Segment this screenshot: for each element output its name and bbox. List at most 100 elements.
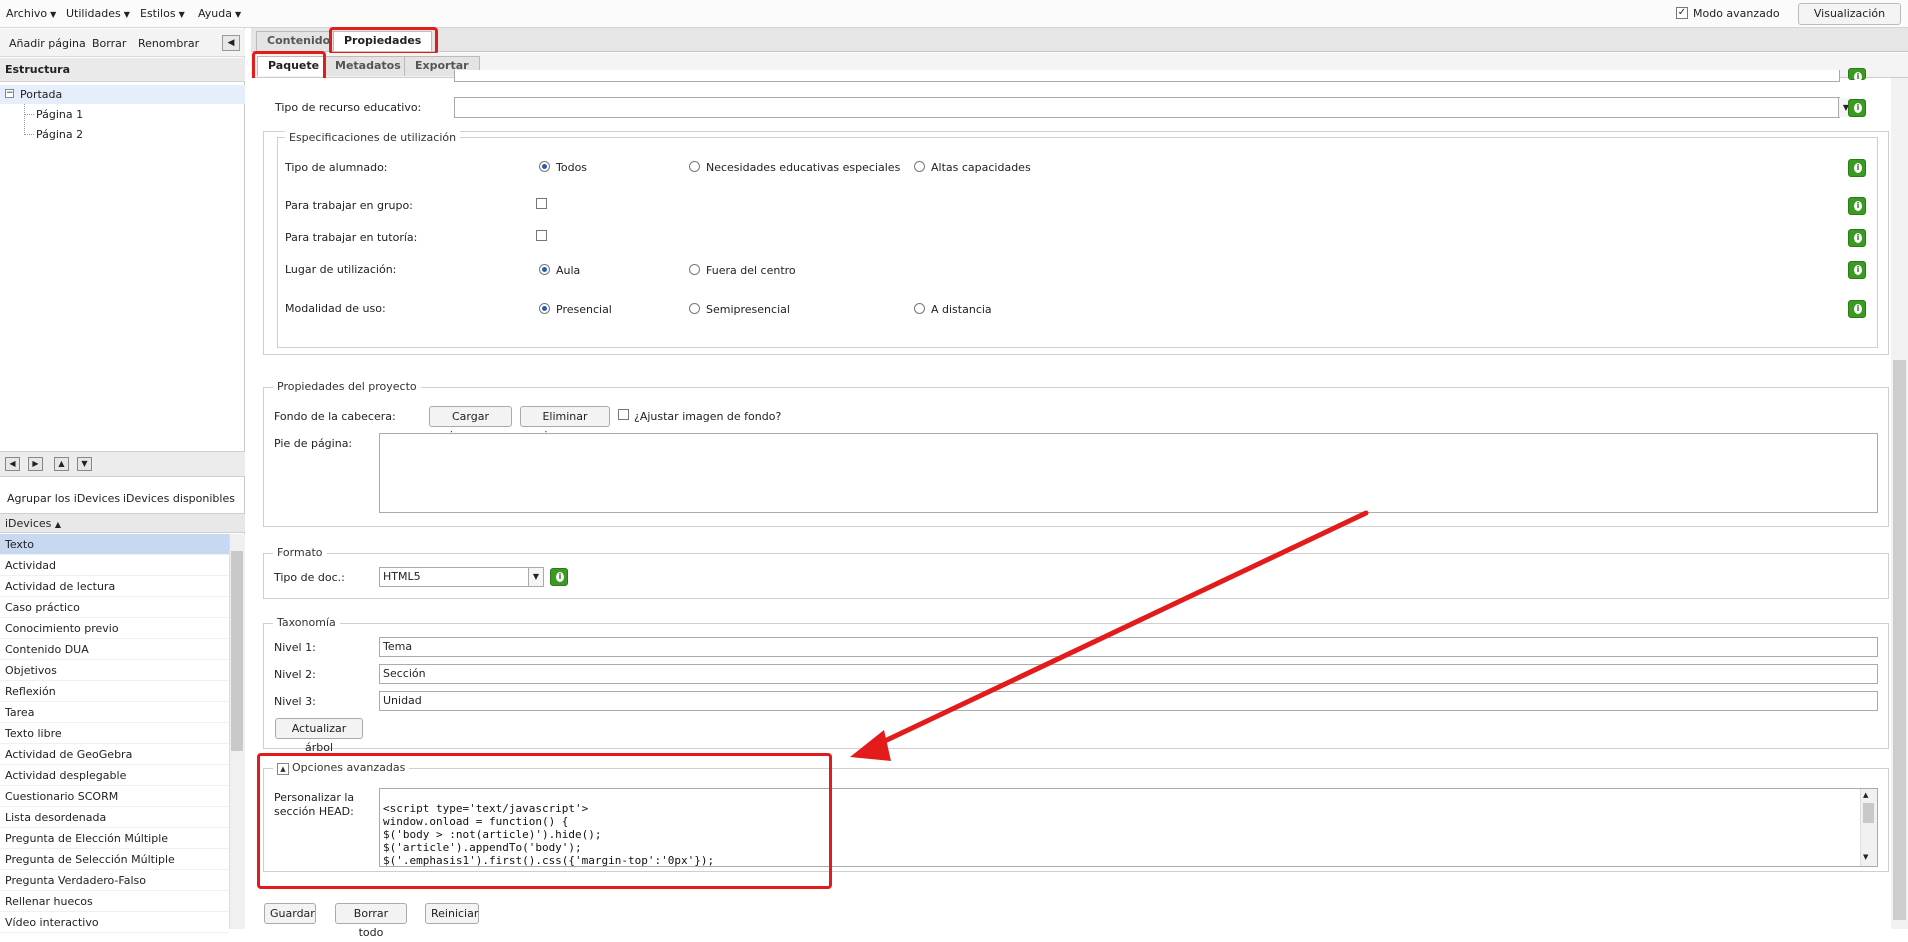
idevice-item[interactable]: Cuestionario SCORM: [0, 786, 229, 807]
arrow-right-icon[interactable]: ▶: [28, 457, 43, 471]
proyecto-legend: Propiedades del proyecto: [273, 380, 421, 393]
idevice-scroll-thumb[interactable]: [231, 551, 243, 751]
chevron-down-icon[interactable]: ▼: [528, 568, 543, 586]
idevice-item[interactable]: Caso práctico: [0, 597, 229, 618]
idevice-item[interactable]: Tarea: [0, 702, 229, 723]
preview-button[interactable]: Visualización previa: [1798, 3, 1901, 40]
radio-altas-capacidades[interactable]: [914, 161, 925, 172]
idevice-item[interactable]: Objetivos: [0, 660, 229, 681]
info-icon[interactable]: [550, 568, 568, 586]
scroll-up-icon[interactable]: ▲: [1863, 791, 1868, 799]
eliminar-imagen-button[interactable]: Eliminar imagen: [520, 406, 610, 442]
info-icon[interactable]: [1848, 99, 1866, 117]
ajustar-checkbox[interactable]: [618, 409, 629, 420]
idevice-item[interactable]: Vídeo interactivo: [0, 912, 229, 933]
radio-label: Necesidades educativas especiales: [706, 161, 901, 174]
tipo-doc-select[interactable]: HTML5: [379, 567, 544, 587]
guardar-button[interactable]: Guardar: [264, 903, 316, 924]
tutoria-checkbox[interactable]: [536, 230, 547, 241]
info-icon[interactable]: [1848, 229, 1866, 247]
idevice-item[interactable]: Lista desordenada: [0, 807, 229, 828]
modo-avanzado-label: Modo avanzado: [1693, 7, 1780, 20]
caret-down-icon: ▼: [123, 10, 130, 19]
info-icon[interactable]: [1848, 261, 1866, 279]
radio-label: Altas capacidades: [931, 161, 1031, 174]
nivel2-label: Nivel 2:: [274, 668, 316, 681]
modo-avanzado-checkbox[interactable]: ✓: [1676, 7, 1688, 19]
idevice-item[interactable]: Conocimiento previo: [0, 618, 229, 639]
menu-ayuda[interactable]: Ayuda ▼: [198, 7, 241, 20]
radio-fuera-centro[interactable]: [689, 264, 700, 275]
tab-metadatos[interactable]: Metadatos: [324, 56, 412, 76]
highlight-box: [329, 27, 438, 55]
idevice-item[interactable]: Actividad de lectura: [0, 576, 229, 597]
sort-up-icon: ▲: [54, 520, 62, 529]
fondo-label: Fondo de la cabecera:: [274, 410, 396, 423]
idevice-item[interactable]: Actividad: [0, 555, 229, 576]
idevice-item[interactable]: Texto: [0, 534, 229, 555]
radio-label: Aula: [556, 264, 581, 277]
taxonomia-legend: Taxonomía: [273, 616, 340, 629]
node-move-toolbar: ◀ ▶ ▲ ▼: [0, 451, 245, 477]
collapse-node-icon[interactable]: −: [5, 89, 14, 98]
add-page-button[interactable]: Añadir página: [9, 37, 86, 50]
grupo-checkbox[interactable]: [536, 198, 547, 209]
idevice-item[interactable]: Reflexión: [0, 681, 229, 702]
radio-label: Semipresencial: [706, 303, 790, 316]
tipo-recurso-label: Tipo de recurso educativo:: [275, 101, 422, 114]
idevice-item[interactable]: Contenido DUA: [0, 639, 229, 660]
info-icon[interactable]: [1848, 300, 1866, 318]
license-select-partial[interactable]: [454, 70, 1840, 82]
tutoria-label: Para trabajar en tutoría:: [285, 231, 418, 244]
radio-label: Presencial: [556, 303, 612, 316]
page-toolbar: Añadir página Borrar Renombrar: [0, 29, 245, 57]
menu-archivo[interactable]: Archivo ▼: [6, 7, 56, 20]
main-tab-bar: [251, 28, 1908, 52]
radio-semipresencial[interactable]: [689, 303, 700, 314]
info-icon[interactable]: [1848, 68, 1866, 82]
radio-nee[interactable]: [689, 161, 700, 172]
delete-page-button[interactable]: Borrar: [92, 37, 126, 50]
info-icon[interactable]: [1848, 159, 1866, 177]
idevice-item[interactable]: Pregunta de Selección Múltiple: [0, 849, 229, 870]
arrow-down-icon[interactable]: ▼: [77, 457, 92, 471]
cargar-imagen-button[interactable]: Cargar imagen: [429, 406, 512, 442]
tree-item-portada[interactable]: Portada: [20, 88, 62, 101]
nivel2-input[interactable]: Sección: [379, 664, 1878, 684]
idevice-item[interactable]: Texto libre: [0, 723, 229, 744]
tree-item-pagina-1[interactable]: Página 1: [36, 108, 83, 121]
menu-utilidades[interactable]: Utilidades ▼: [66, 7, 130, 20]
actualizar-arbol-button[interactable]: Actualizar árbol: [275, 718, 363, 754]
tab-idevices-disponibles[interactable]: iDevices disponibles: [123, 492, 235, 505]
idevices-header[interactable]: iDevices ▲: [0, 513, 245, 533]
idevice-item[interactable]: Rellenar huecos: [0, 891, 229, 912]
pie-textarea[interactable]: [379, 433, 1878, 513]
nivel1-input[interactable]: Tema: [379, 637, 1878, 657]
tree-connector: [24, 114, 34, 115]
nivel3-label: Nivel 3:: [274, 695, 316, 708]
idevice-item[interactable]: Pregunta Verdadero-Falso: [0, 870, 229, 891]
scroll-down-icon[interactable]: ▼: [1863, 853, 1868, 861]
idevice-item[interactable]: Pregunta de Elección Múltiple: [0, 828, 229, 849]
reiniciar-button[interactable]: Reiniciar: [425, 903, 479, 924]
code-scroll-thumb[interactable]: [1863, 803, 1874, 823]
tab-agrupar-idevices[interactable]: Agrupar los iDevices: [7, 492, 120, 505]
menu-estilos[interactable]: Estilos ▼: [140, 7, 185, 20]
tree-item-pagina-2[interactable]: Página 2: [36, 128, 83, 141]
rename-page-button[interactable]: Renombrar: [138, 37, 199, 50]
radio-todos[interactable]: [539, 161, 550, 172]
main-scroll-thumb[interactable]: [1893, 360, 1906, 920]
idevice-item[interactable]: Actividad desplegable: [0, 765, 229, 786]
collapse-left-icon[interactable]: ◀: [222, 35, 240, 51]
radio-presencial[interactable]: [539, 303, 550, 314]
grupo-label: Para trabajar en grupo:: [285, 199, 413, 212]
radio-a-distancia[interactable]: [914, 303, 925, 314]
arrow-left-icon[interactable]: ◀: [5, 457, 20, 471]
arrow-up-icon[interactable]: ▲: [54, 457, 69, 471]
borrar-todo-button[interactable]: Borrar todo: [335, 903, 407, 939]
idevice-item[interactable]: Actividad de GeoGebra: [0, 744, 229, 765]
tipo-recurso-select[interactable]: [454, 97, 1840, 118]
radio-aula[interactable]: [539, 264, 550, 275]
info-icon[interactable]: [1848, 197, 1866, 215]
nivel3-input[interactable]: Unidad: [379, 691, 1878, 711]
